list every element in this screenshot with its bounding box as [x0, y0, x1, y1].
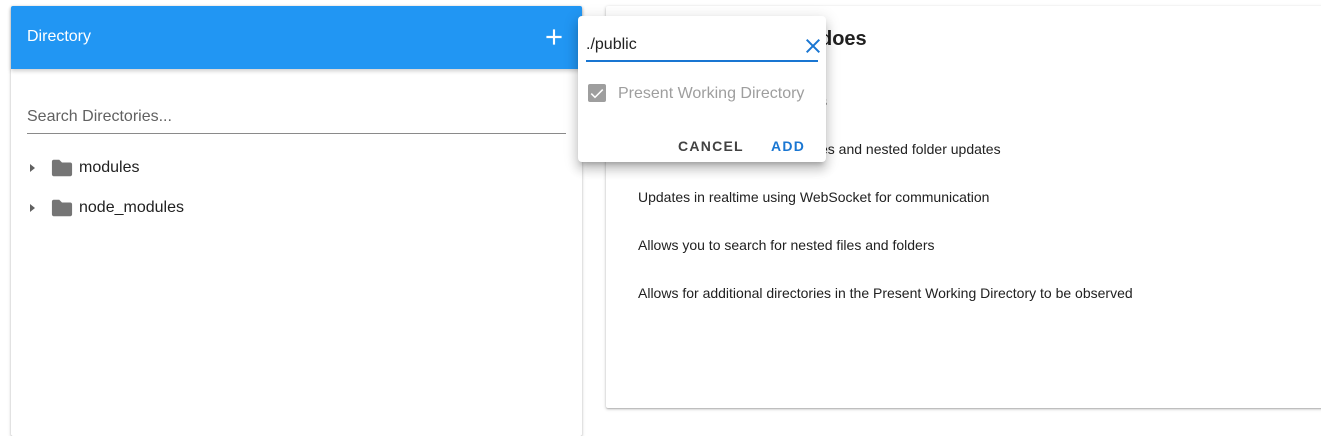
content-title: does [820, 28, 867, 50]
directory-header: Directory [11, 6, 582, 69]
tree-item-node-modules[interactable]: node_modules [27, 196, 327, 220]
present-working-directory-checkbox[interactable] [588, 84, 606, 102]
search-field [27, 102, 566, 134]
tree-item-modules[interactable]: modules [27, 156, 327, 180]
add-directory-button[interactable] [541, 24, 567, 50]
feature-item: Allows you to search for nested files an… [638, 237, 935, 253]
add-button[interactable]: ADD [771, 138, 805, 154]
add-directory-dialog: Present Working Directory CANCEL ADD [578, 16, 826, 162]
caret-right-icon[interactable] [27, 202, 37, 214]
feature-item: Updates in realtime using WebSocket for … [638, 189, 990, 205]
path-field [586, 30, 820, 62]
path-input[interactable] [586, 34, 786, 56]
clear-button[interactable] [801, 34, 825, 58]
close-icon [806, 39, 820, 53]
folder-icon [51, 199, 73, 217]
folder-icon [51, 159, 73, 177]
check-icon [590, 89, 604, 99]
directory-title: Directory [27, 28, 92, 45]
tree-item-label: modules [79, 159, 140, 176]
tree-item-label: node_modules [79, 199, 184, 216]
search-directories-input[interactable] [27, 104, 566, 130]
plus-icon [546, 29, 562, 45]
cancel-button[interactable]: CANCEL [678, 138, 744, 154]
feature-item: es and nested folder updates [820, 141, 1001, 157]
present-working-directory-label: Present Working Directory [618, 85, 805, 102]
caret-right-icon[interactable] [27, 162, 37, 174]
directory-panel: Directory modules node_modules [11, 6, 582, 436]
feature-item: Allows for additional directories in the… [638, 285, 1133, 301]
